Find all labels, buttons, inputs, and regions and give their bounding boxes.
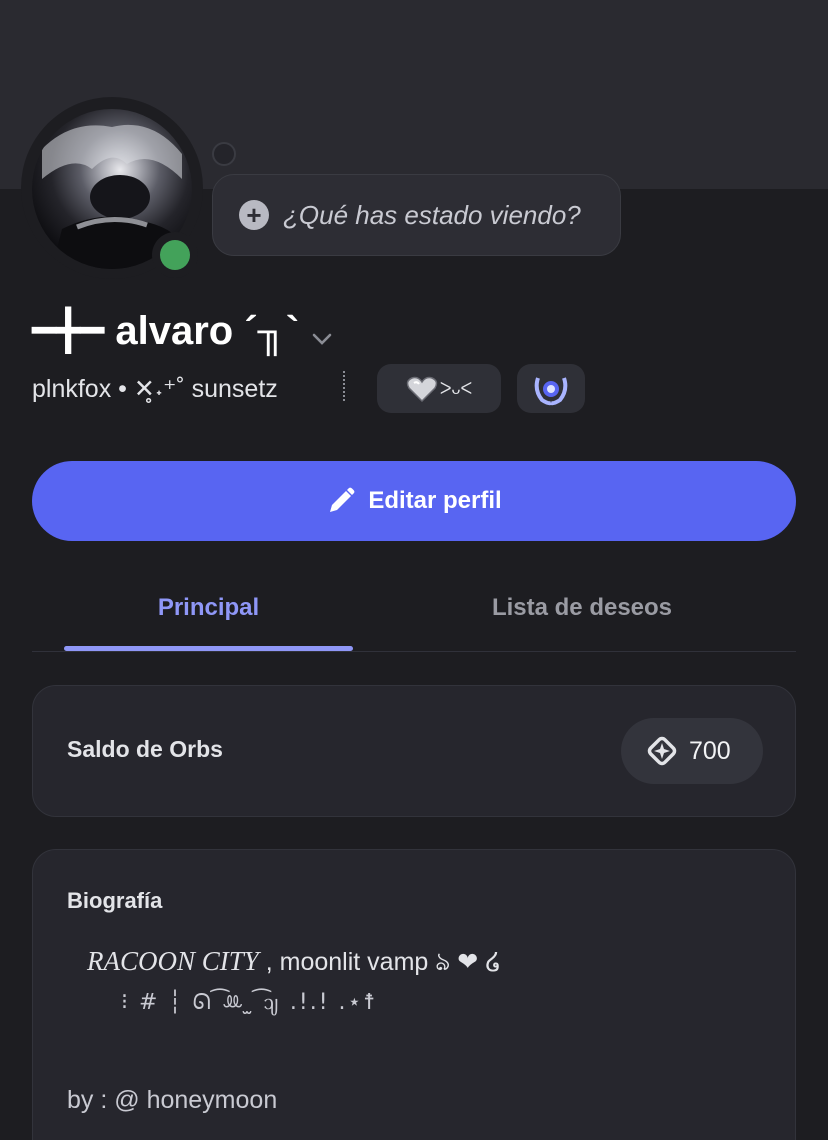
laurel-badge[interactable]	[517, 364, 585, 413]
orb-icon	[647, 736, 677, 766]
heart-badge-text: ᐳᴗᐸ	[439, 380, 473, 398]
bio-line-2: ⁝ # ┆ ᘏ ͡ꔛ ̫ ͡ᦻ .!.! .⋆☨	[121, 990, 378, 1015]
orbs-balance-pill[interactable]: 700	[621, 718, 763, 784]
bio-label: Biografía	[67, 888, 163, 913]
heart-badge-icon	[406, 376, 438, 402]
edit-profile-button[interactable]: Editar perfil	[32, 461, 796, 541]
username: plnkfox	[32, 374, 112, 403]
custom-status-bubble[interactable]: + ¿Qué has estado viendo?	[212, 174, 621, 256]
heart-badge[interactable]: ᐳᴗᐸ	[377, 364, 501, 413]
bio-line-1: RACOON CITY , moonlit vamp ঌ ❤ ໒	[87, 942, 501, 985]
orbs-balance-value: 700	[689, 736, 731, 765]
bio-line-1-rest: , moonlit vamp ঌ ❤ ໒	[258, 948, 502, 976]
bio-line-3: by : @ honeymoon	[67, 1086, 278, 1114]
tab-principal[interactable]: Principal	[64, 588, 353, 628]
bio-card: Biografía RACOON CITY , moonlit vamp ঌ ❤…	[32, 849, 796, 1140]
username-line: plnkfox • ✕̥˖⁺˚ sunsetz	[32, 371, 278, 407]
orbs-balance-card[interactable]: Saldo de Orbs 700	[32, 685, 796, 817]
tab-wishlist[interactable]: Lista de deseos	[410, 588, 754, 628]
display-name: ━╋━ alvaro ´╖`	[32, 309, 300, 353]
plus-icon: +	[239, 200, 269, 230]
pencil-icon	[330, 487, 355, 512]
pronouns: ✕̥˖⁺˚ sunsetz	[133, 375, 278, 403]
custom-status-placeholder: ¿Qué has estado viendo?	[283, 199, 581, 230]
tab-divider	[32, 651, 796, 652]
laurel-badge-icon	[534, 376, 568, 405]
status-bubble-tail	[212, 142, 236, 166]
chevron-down-icon[interactable]	[310, 327, 334, 351]
divider	[343, 371, 345, 401]
bio-line-1-title: RACOON CITY	[87, 946, 259, 976]
separator-dot: •	[111, 374, 134, 403]
edit-profile-label: Editar perfil	[368, 487, 502, 514]
orbs-balance-label: Saldo de Orbs	[67, 736, 223, 762]
online-status-indicator	[160, 240, 190, 270]
